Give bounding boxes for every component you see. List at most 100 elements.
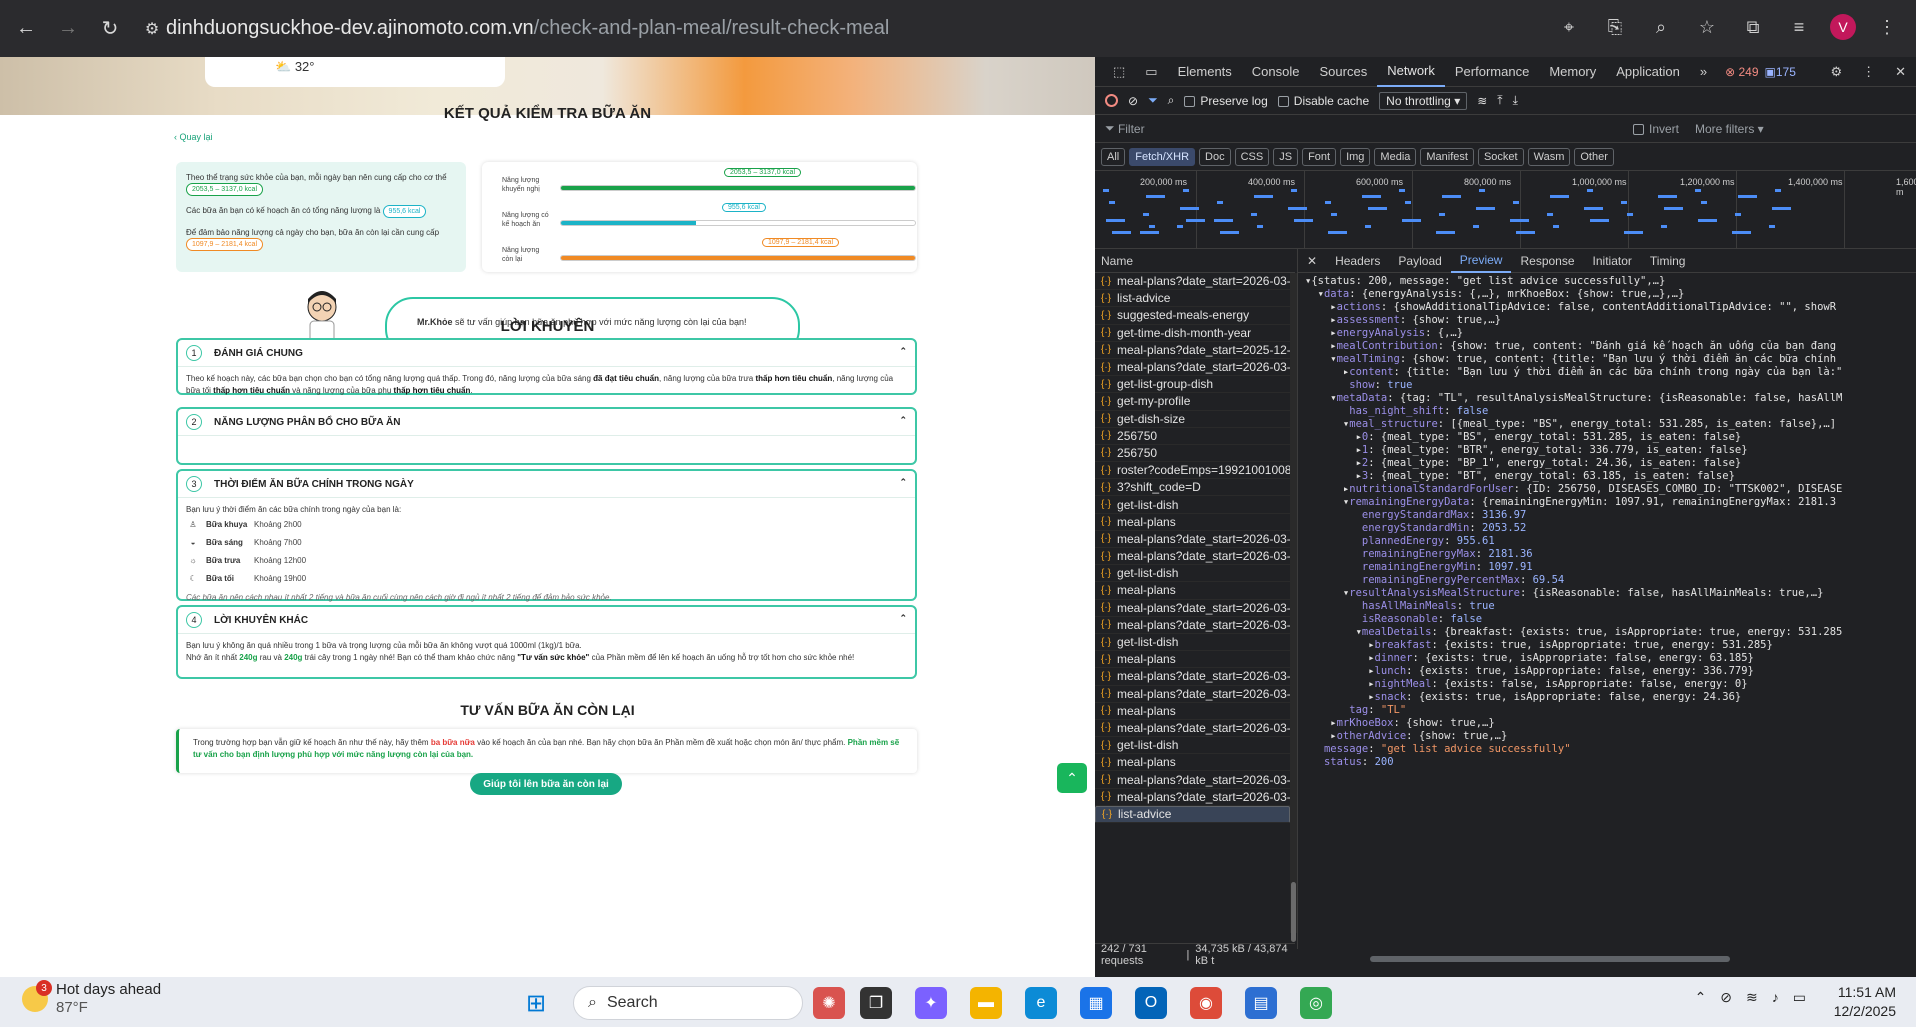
json-preview-line[interactable]: remainingEnergyPercentMax: 69.54 [1305, 574, 1915, 587]
filter-type-fetchxhr[interactable]: Fetch/XHR [1129, 147, 1196, 166]
network-overview-timeline[interactable]: 200,000 ms 400,000 ms 600,000 ms 800,000 ms… [1095, 171, 1916, 249]
network-conditions-icon[interactable]: ≋ [1477, 94, 1487, 108]
json-preview-line[interactable]: isReasonable: false [1305, 613, 1915, 626]
section-header[interactable]: 4 LỜI KHUYÊN KHÁC ⌃ [178, 607, 915, 633]
media-icon[interactable]: ≡ [1784, 12, 1814, 42]
close-detail-icon[interactable]: ✕ [1298, 249, 1326, 273]
json-preview-line[interactable]: ▸assessment: {show: true,…} [1305, 314, 1915, 327]
request-row[interactable]: {·} get-my-profile [1095, 393, 1290, 411]
tab-elements[interactable]: Elements [1168, 57, 1242, 87]
request-row[interactable]: {·} 256750 [1095, 445, 1290, 463]
request-row[interactable]: {·} meal-plans [1095, 514, 1290, 531]
json-preview-line[interactable]: ▸breakfast: {exists: true, isAppropriate… [1305, 639, 1915, 652]
news-app-icon[interactable]: ✺ [813, 987, 845, 1019]
file-explorer-icon[interactable]: ▬ [970, 987, 1002, 1019]
reload-icon[interactable]: ↻ [94, 13, 126, 45]
help-plan-remaining-button[interactable]: Giúp tôi lên bữa ăn còn lại [470, 773, 622, 795]
request-row[interactable]: {·} meal-plans?date_start=2026-03-01&... [1095, 273, 1290, 291]
preserve-log-checkbox[interactable]: Preserve log [1184, 94, 1268, 108]
error-count[interactable]: ⊗ 249 [1725, 65, 1758, 79]
tab-preview[interactable]: Preview [1450, 249, 1512, 273]
chevron-up-icon[interactable]: ⌃ [899, 346, 907, 357]
request-row[interactable]: {·} get-list-dish [1095, 634, 1290, 652]
close-icon[interactable]: ✕ [1885, 57, 1916, 87]
settings-gear-icon[interactable]: ⚙ [1820, 57, 1852, 87]
back-link[interactable]: ‹ Quay lại [174, 132, 213, 142]
windows-start-icon[interactable]: ⊞ [526, 989, 556, 1019]
upload-icon[interactable]: ⤒ [1497, 93, 1502, 108]
json-preview-line[interactable]: has_night_shift: false [1305, 405, 1915, 418]
json-preview-line[interactable]: hasAllMainMeals: true [1305, 600, 1915, 613]
chevron-up-icon[interactable]: ⌃ [1695, 989, 1707, 1006]
wifi-icon[interactable]: ≋ [1746, 989, 1758, 1006]
json-preview-line[interactable]: ▸mealContribution: {show: true, content:… [1305, 340, 1915, 353]
forward-arrow-icon[interactable]: → [52, 13, 84, 45]
json-preview-line[interactable]: ▾data: {energyAnalysis: {,…}, mrKhoeBox:… [1305, 288, 1915, 301]
request-row[interactable]: {·} suggested-meals-energy [1095, 307, 1290, 325]
taskbar-search[interactable]: ⌕ Search [573, 986, 803, 1020]
json-preview-line[interactable]: ▸otherAdvice: {show: true,…} [1305, 730, 1915, 743]
request-row[interactable]: {·} meal-plans?date_start=2026-03-01&... [1095, 359, 1290, 377]
request-row[interactable]: {·} meal-plans [1095, 651, 1290, 669]
request-row[interactable]: {·} 3?shift_code=D [1095, 479, 1290, 497]
section-header[interactable]: 2 NĂNG LƯỢNG PHÂN BỔ CHO BỮA ĂN ⌃ [178, 409, 915, 435]
json-preview-line[interactable]: ▾meal_structure: [{meal_type: "BS", ener… [1305, 418, 1915, 431]
json-preview-line[interactable]: energyStandardMin: 2053.52 [1305, 522, 1915, 535]
request-row[interactable]: {·} meal-plans?date_start=2026-03-01&... [1095, 668, 1290, 686]
site-info-icon[interactable]: ⚙ [136, 13, 168, 45]
tab-timing[interactable]: Timing [1641, 249, 1695, 273]
json-preview-line[interactable]: ▸energyAnalysis: {,…} [1305, 327, 1915, 340]
request-row[interactable]: {·} get-list-dish [1095, 565, 1290, 583]
request-row[interactable]: {·} meal-plans?date_start=2026-03-01&... [1095, 617, 1290, 634]
download-icon[interactable]: ⤓ [1513, 93, 1518, 108]
request-row[interactable]: {·} meal-plans?date_start=2026-03-01&... [1095, 789, 1290, 806]
edge-browser-icon[interactable]: e [1025, 987, 1057, 1019]
json-preview-line[interactable]: ▾mealDetails: {breakfast: {exists: true,… [1305, 626, 1915, 639]
request-row[interactable]: {·} meal-plans [1095, 582, 1290, 600]
more-filters-dropdown[interactable]: More filters ▾ [1695, 122, 1764, 136]
json-preview-line[interactable]: ▸0: {meal_type: "BS", energy_total: 531.… [1305, 431, 1915, 444]
tab-application[interactable]: Application [1606, 57, 1690, 87]
request-row[interactable]: {·} list-advice [1095, 805, 1290, 823]
json-preview-line[interactable]: ▸3: {meal_type: "BT", energy_total: 63.1… [1305, 470, 1915, 483]
json-preview-line[interactable]: remainingEnergyMax: 2181.36 [1305, 548, 1915, 561]
chrome-canary-icon[interactable]: ◎ [1300, 987, 1332, 1019]
json-preview-line[interactable]: ▸nutritionalStandardForUser: {ID: 256750… [1305, 483, 1915, 496]
request-row[interactable]: {·} get-dish-size [1095, 411, 1290, 428]
throttling-select[interactable]: No throttling ▾ [1379, 91, 1468, 110]
profile-avatar[interactable]: V [1830, 14, 1856, 40]
invert-checkbox[interactable]: Invert [1633, 122, 1679, 136]
request-row[interactable]: {·} meal-plans?date_start=2026-03-01&... [1095, 771, 1290, 789]
request-row[interactable]: {·} meal-plans?date_start=2025-12-01&... [1095, 342, 1290, 359]
outlook-icon[interactable]: O [1135, 987, 1167, 1019]
request-row[interactable]: {·} get-list-group-dish [1095, 376, 1290, 394]
filter-type-js[interactable]: JS [1273, 147, 1299, 166]
json-preview-line[interactable]: tag: "TL" [1305, 704, 1915, 717]
chevron-up-icon[interactable]: ⌃ [899, 477, 907, 488]
json-preview-line[interactable]: ▸mrKhoeBox: {show: true,…} [1305, 717, 1915, 730]
more-options-icon[interactable]: ⋮ [1852, 57, 1885, 87]
tab-headers[interactable]: Headers [1326, 249, 1389, 273]
json-preview-line[interactable]: show: true [1305, 379, 1915, 392]
json-preview-line[interactable]: remainingEnergyMin: 1097.91 [1305, 561, 1915, 574]
filter-type-media[interactable]: Media [1374, 147, 1417, 166]
json-preview-line[interactable]: ▸content: {title: "Bạn lưu ý thời điểm ă… [1305, 366, 1915, 379]
request-row[interactable]: {·} list-advice [1095, 290, 1290, 308]
warning-count[interactable]: ▣175 [1765, 65, 1796, 79]
json-preview-line[interactable]: ▸actions: {showAdditionalTipAdvice: fals… [1305, 301, 1915, 314]
request-row[interactable]: {·} meal-plans?date_start=2026-03-01&... [1095, 686, 1290, 703]
address-bar[interactable]: dinhduongsuckhoe-dev.ajinomoto.com.vn/ch… [166, 11, 889, 45]
request-row[interactable]: {·} meal-plans [1095, 754, 1290, 772]
battery-icon[interactable]: ▭ [1793, 989, 1806, 1006]
filter-type-font[interactable]: Font [1302, 147, 1337, 166]
section-header[interactable]: 3 THỜI ĐIỂM ĂN BỮA CHÍNH TRONG NGÀY ⌃ [178, 471, 915, 497]
request-row[interactable]: {·} meal-plans?date_start=2026-03-01&... [1095, 531, 1290, 548]
more-tabs-icon[interactable]: » [1690, 57, 1717, 87]
filter-type-wasm[interactable]: Wasm [1527, 147, 1571, 166]
json-preview-line[interactable]: ▸lunch: {exists: true, isAppropriate: fa… [1305, 665, 1915, 678]
request-row[interactable]: {·} meal-plans?date_start=2026-03-01&... [1095, 548, 1290, 566]
json-preview-line[interactable]: ▾metaData: {tag: "TL", resultAnalysisMea… [1305, 392, 1915, 405]
app-grid-icon[interactable]: ▤ [1245, 987, 1277, 1019]
json-preview-line[interactable]: ▾resultAnalysisMealStructure: {isReasona… [1305, 587, 1915, 600]
filter-type-other[interactable]: Other [1574, 147, 1614, 166]
